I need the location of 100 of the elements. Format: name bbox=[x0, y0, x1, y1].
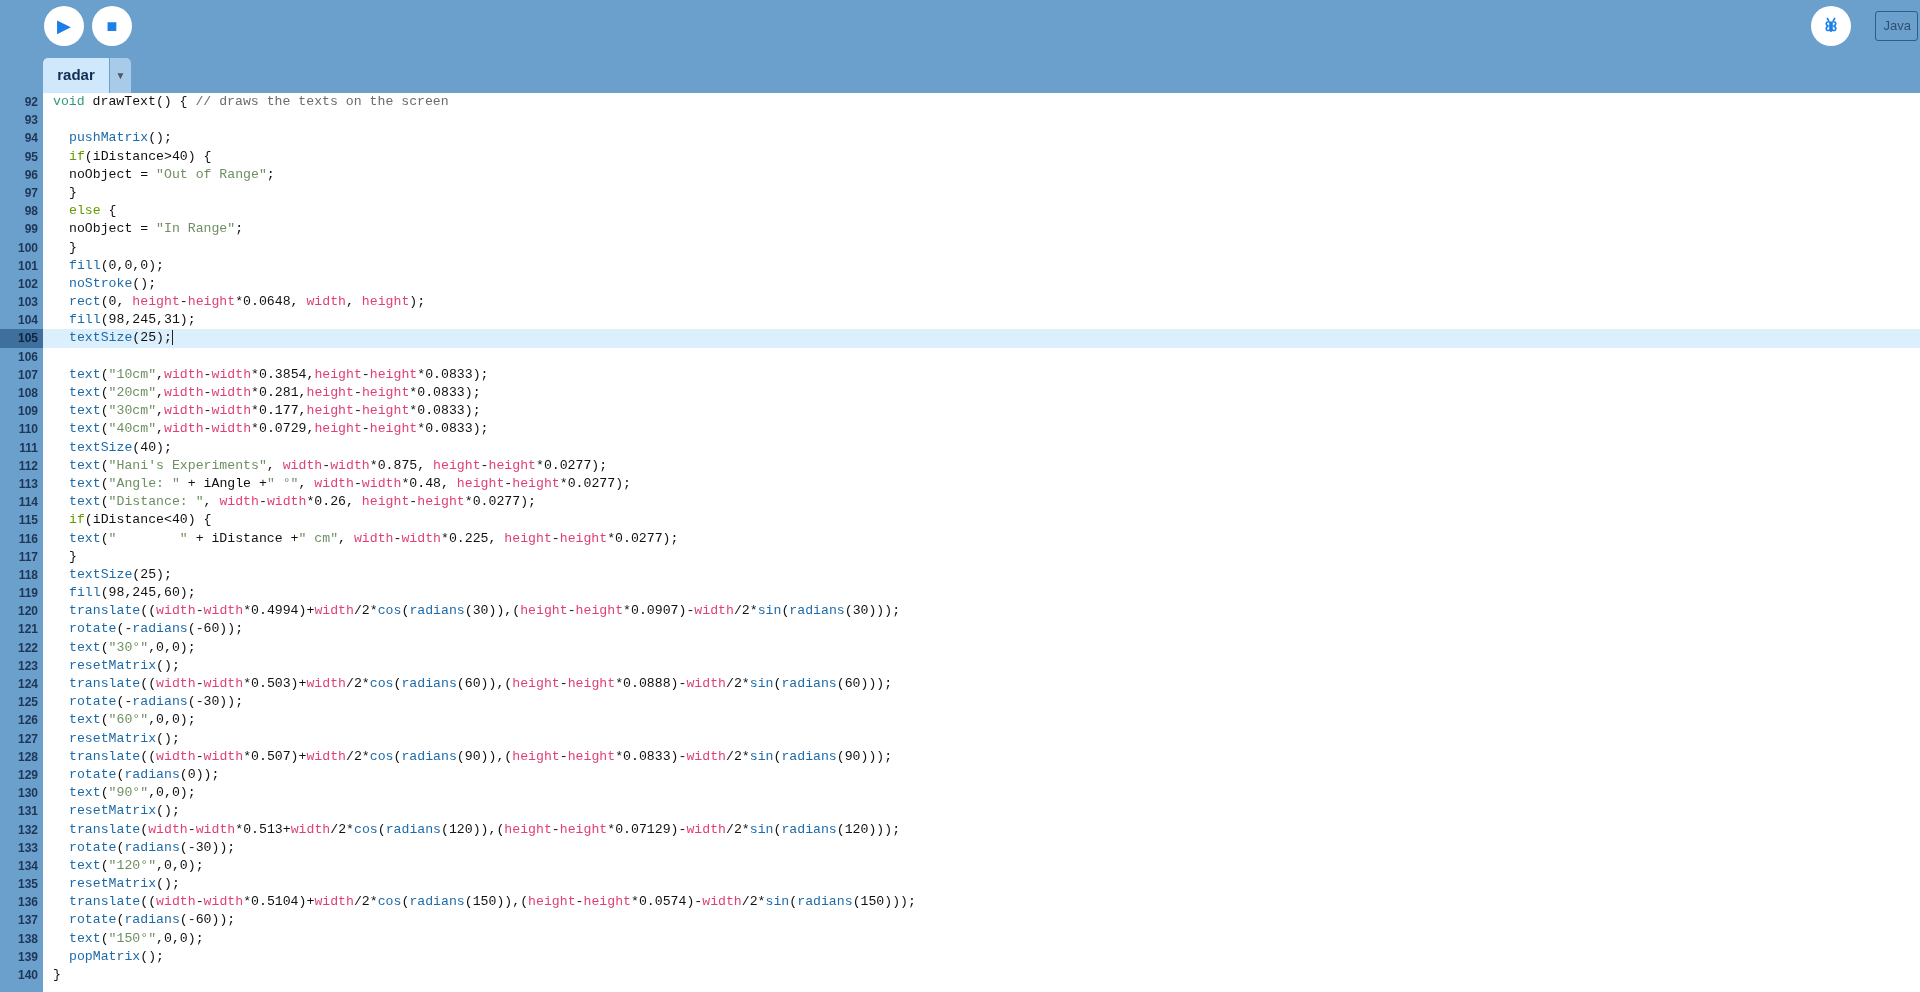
code-line: text("120°",0,0); bbox=[69, 857, 204, 873]
line-number: 110 bbox=[18, 422, 38, 437]
code-line: else { bbox=[69, 203, 117, 219]
line-number: 95 bbox=[24, 149, 38, 164]
code-line: text("10cm",width-width*0.3854,height-height*0.0833); bbox=[69, 366, 489, 382]
line-number: 137 bbox=[17, 913, 38, 928]
line-number: 134 bbox=[17, 858, 38, 873]
line-number: 130 bbox=[17, 786, 38, 801]
line-number: 122 bbox=[17, 640, 38, 655]
code-line: text("150°",0,0); bbox=[69, 930, 204, 946]
code-line: resetMatrix(); bbox=[69, 803, 180, 819]
line-number: 121 bbox=[17, 622, 38, 637]
line-number: 108 bbox=[17, 386, 38, 400]
line-number: 94 bbox=[24, 131, 38, 146]
line-number: 99 bbox=[24, 222, 38, 237]
line-number: 106 bbox=[17, 349, 38, 364]
code-line: } bbox=[69, 239, 77, 255]
text-cursor bbox=[171, 330, 173, 346]
line-number: 123 bbox=[17, 658, 38, 673]
code-line: text("30°",0,0); bbox=[69, 639, 196, 655]
code-line: text("Distance: ", width-width*0.26, height-height*0.0277); bbox=[69, 494, 536, 510]
line-number: 115 bbox=[18, 513, 38, 528]
code-line: } bbox=[69, 548, 77, 564]
code-line: rotate(radians(-60)); bbox=[69, 912, 236, 928]
line-number: 104 bbox=[17, 313, 38, 328]
line-number: 105 bbox=[17, 331, 38, 346]
code-line: text("40cm",width-width*0.0729,height-height*0.0833); bbox=[69, 421, 489, 437]
code-line: } bbox=[69, 184, 77, 200]
code-line: rotate(-radians(-60)); bbox=[69, 621, 244, 637]
code-line: text("20cm",width-width*0.281,height-height*0.0833); bbox=[69, 385, 481, 400]
line-number: 135 bbox=[17, 877, 38, 892]
code-line: if(iDistance<40) { bbox=[69, 512, 212, 528]
line-number: 101 bbox=[17, 258, 38, 273]
code-line: resetMatrix(); bbox=[69, 730, 180, 746]
code-line: void drawText() { // draws the texts on the screen bbox=[53, 94, 449, 109]
line-number: 120 bbox=[17, 604, 38, 619]
code-line: text("Angle: " + iAngle +" °", width-width*0.48, height-height*0.0277); bbox=[69, 475, 631, 491]
code-line: fill(98,245,60); bbox=[69, 585, 196, 601]
code-line: textSize(25); bbox=[69, 566, 172, 582]
line-number: 119 bbox=[18, 586, 38, 601]
debugger-button[interactable] bbox=[1810, 6, 1851, 46]
line-number: 98 bbox=[24, 204, 38, 219]
code-line: } bbox=[53, 967, 61, 982]
line-number: 118 bbox=[18, 567, 38, 582]
line-number: 128 bbox=[17, 749, 38, 764]
line-number: 93 bbox=[24, 113, 38, 128]
code-line: translate(width-width*0.513+width/2*cos(radians(120)),(height-height*0.07129)-width/2*sin(radians(120))); bbox=[69, 821, 901, 837]
code-line: rotate(-radians(-30)); bbox=[69, 694, 244, 710]
line-number: 100 bbox=[17, 240, 38, 255]
line-number: 129 bbox=[17, 767, 38, 782]
run-button[interactable]: ▶ bbox=[44, 6, 84, 46]
line-number: 92 bbox=[24, 95, 38, 109]
code-line: translate((width-width*0.503)+width/2*cos(radians(60)),(height-height*0.0888)-width/2*sin(radians(60))); bbox=[69, 676, 893, 691]
mode-button[interactable]: Java bbox=[1874, 11, 1918, 41]
line-number: 103 bbox=[17, 295, 38, 310]
line-number: 117 bbox=[18, 549, 38, 564]
line-number: 139 bbox=[17, 949, 38, 964]
code-line: rotate(radians(0)); bbox=[69, 766, 220, 782]
line-number: 140 bbox=[17, 968, 38, 982]
code-line: text(" " + iDistance +" cm", width-width*0.225, height-height*0.0277); bbox=[69, 530, 679, 546]
line-number: 114 bbox=[18, 495, 38, 510]
line-number: 113 bbox=[18, 476, 38, 491]
line-number: 132 bbox=[17, 822, 38, 837]
stop-button[interactable]: ■ bbox=[92, 6, 132, 46]
code-line: textSize(25); bbox=[69, 330, 172, 346]
line-number: 126 bbox=[17, 713, 38, 728]
code-line: popMatrix(); bbox=[69, 948, 164, 964]
code-line: if(iDistance>40) { bbox=[69, 148, 212, 164]
line-number: 116 bbox=[18, 531, 38, 546]
line-number: 127 bbox=[17, 731, 38, 746]
line-number: 102 bbox=[17, 276, 38, 291]
line-number: 138 bbox=[17, 931, 38, 946]
code-line: translate((width-width*0.507)+width/2*cos(radians(90)),(height-height*0.0833)-width/2*sin(radians(90))); bbox=[69, 748, 893, 764]
code-line: noStroke(); bbox=[69, 275, 157, 291]
code-line: rotate(radians(-30)); bbox=[69, 839, 236, 855]
line-number: 112 bbox=[18, 458, 38, 473]
line-number: 97 bbox=[24, 185, 38, 200]
line-number: 111 bbox=[19, 440, 38, 455]
line-number: 136 bbox=[17, 895, 38, 910]
tab-menu-button[interactable]: ▼ bbox=[110, 58, 131, 93]
code-line: text("60°",0,0); bbox=[69, 712, 196, 728]
file-tab[interactable]: radar bbox=[43, 58, 109, 93]
code-line: noObject = "Out of Range"; bbox=[69, 166, 275, 182]
code-line: resetMatrix(); bbox=[69, 876, 180, 892]
code-line: noObject = "In Range"; bbox=[69, 221, 244, 237]
line-number: 131 bbox=[17, 804, 38, 819]
code-line: textSize(40); bbox=[69, 439, 172, 455]
code-line: text("30cm",width-width*0.177,height-height*0.0833); bbox=[69, 403, 481, 419]
line-number: 133 bbox=[17, 840, 38, 855]
line-number: 107 bbox=[17, 367, 38, 382]
code-line: translate((width-width*0.5104)+width/2*cos(radians(150)),(height-height*0.0574)-width/2*sin(radians(150))); bbox=[69, 894, 916, 910]
code-line: translate((width-width*0.4994)+width/2*cos(radians(30)),(height-height*0.0907)-width/2*sin(radians(30))); bbox=[69, 603, 901, 619]
code-line: fill(0,0,0); bbox=[69, 257, 164, 273]
code-line: pushMatrix(); bbox=[69, 130, 172, 146]
code-line: text("90°",0,0); bbox=[69, 785, 196, 801]
code-line: rect(0, height-height*0.0648, width, height); bbox=[69, 294, 426, 310]
code-line: text("Hani's Experiments", width-width*0.875, height-height*0.0277); bbox=[69, 457, 608, 473]
line-number: 124 bbox=[17, 677, 38, 691]
code-line: resetMatrix(); bbox=[69, 657, 180, 673]
line-number: 109 bbox=[17, 404, 38, 419]
